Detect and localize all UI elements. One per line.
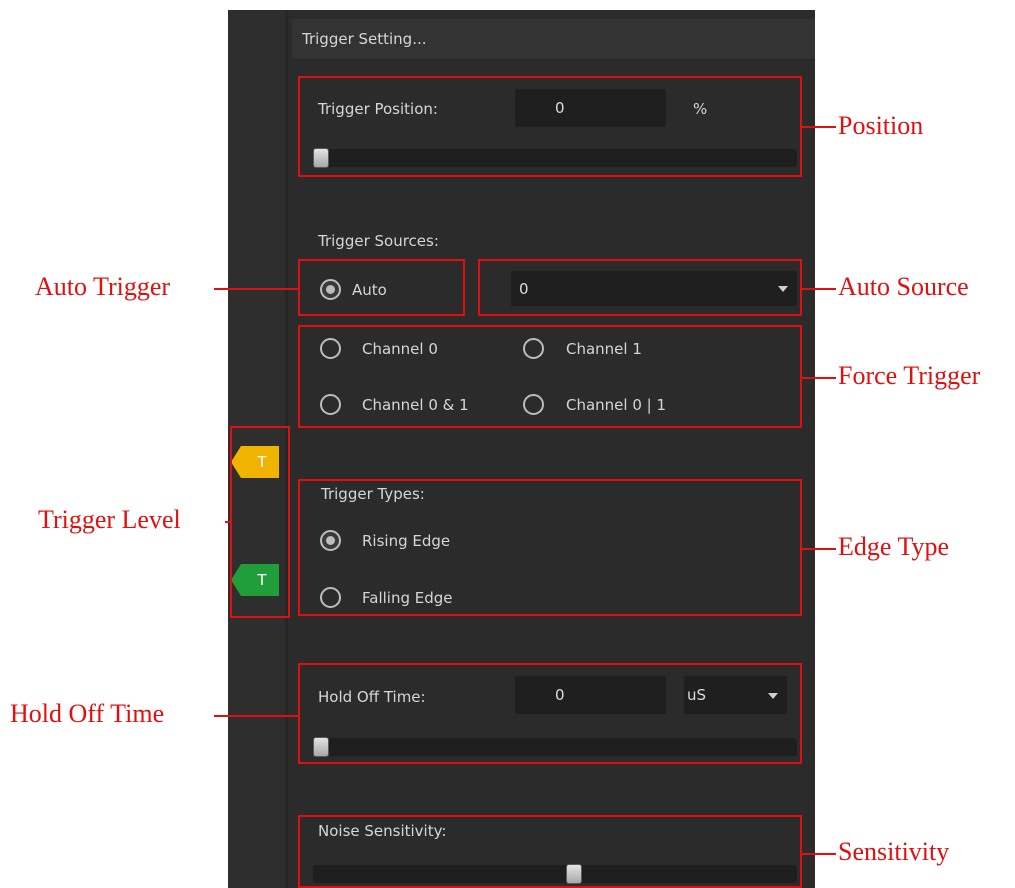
auto-source-annotation: Auto Source <box>838 272 969 301</box>
position-highlight-box <box>298 76 802 177</box>
auto-source-leader-line <box>802 288 836 290</box>
sensitivity-highlight-box <box>298 815 802 888</box>
edge-type-highlight-box <box>298 479 802 616</box>
force-trigger-highlight-box <box>298 325 802 428</box>
force-trigger-annotation: Force Trigger <box>838 361 981 390</box>
position-annotation: Position <box>838 111 924 140</box>
edge-type-annotation: Edge Type <box>838 532 950 561</box>
force-trigger-leader-line <box>802 377 836 379</box>
trigger-sources-label: Trigger Sources: <box>318 232 439 250</box>
sensitivity-leader-line <box>802 853 836 855</box>
auto-trigger-leader-line <box>214 288 298 290</box>
trigger-level-annotation: Trigger Level <box>38 505 181 534</box>
auto-trigger-highlight-box <box>298 259 465 316</box>
trigger-level-leader-line <box>225 521 230 523</box>
trigger-level-highlight-box <box>230 426 290 618</box>
sensitivity-annotation: Sensitivity <box>838 837 950 866</box>
position-leader-line <box>802 126 836 128</box>
hold-off-time-leader-line <box>214 715 298 717</box>
auto-trigger-annotation: Auto Trigger <box>35 272 171 301</box>
panel-title-bar: Trigger Setting... <box>292 19 815 60</box>
hold-off-time-annotation: Hold Off Time <box>10 699 165 728</box>
edge-type-leader-line <box>802 548 836 550</box>
auto-source-highlight-box <box>478 259 802 316</box>
hold-off-time-highlight-box <box>298 663 802 764</box>
panel-title: Trigger Setting... <box>302 30 427 48</box>
